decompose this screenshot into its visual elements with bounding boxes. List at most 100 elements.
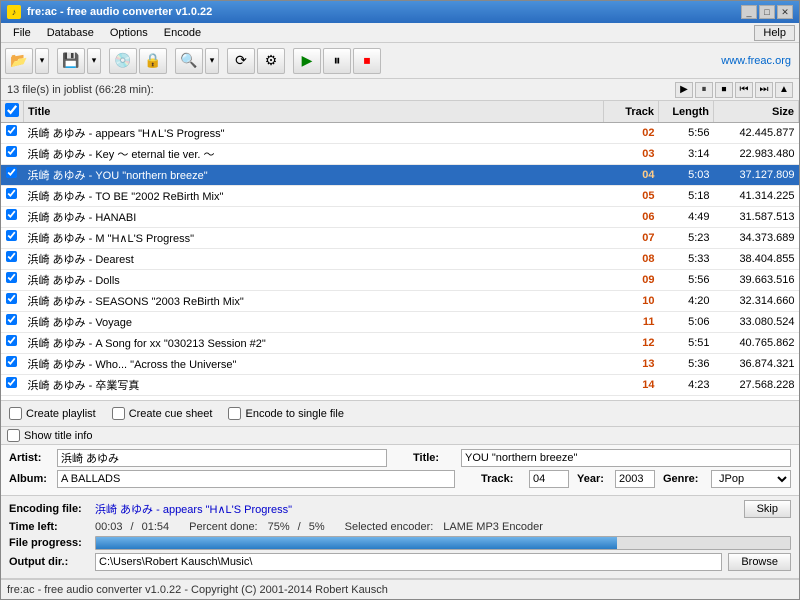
track-field[interactable] [529, 470, 569, 488]
row-checkbox[interactable] [6, 356, 17, 367]
table-row[interactable]: 浜崎 あゆみ - YOU "northern breeze" 04 5:03 3… [1, 165, 799, 186]
window-title: fre:ac - free audio converter v1.0.22 [27, 6, 212, 18]
row-length: 5:56 [659, 270, 714, 291]
open-button[interactable]: 📂 [5, 48, 33, 74]
lock-button[interactable]: 🔒 [139, 48, 167, 74]
row-checkbox[interactable] [6, 230, 17, 241]
album-field[interactable] [57, 470, 455, 488]
pb-next[interactable]: ⏭ [755, 82, 773, 98]
table-row[interactable]: 浜崎 あゆみ - A Song for xx "030213 Session #… [1, 333, 799, 354]
row-track: 05 [604, 186, 659, 207]
percent-done-label: Percent done: [189, 521, 258, 533]
info-row-2: Album: Track: Year: Genre: JPop [9, 470, 791, 488]
pb-play[interactable]: ▶ [675, 82, 693, 98]
percent-value2: 5% [309, 521, 325, 533]
row-checkbox-cell [1, 228, 21, 243]
artist-label: Artist: [9, 452, 49, 464]
settings-button[interactable]: ⚙ [257, 48, 285, 74]
row-size: 37.127.809 [714, 165, 799, 186]
create-cue-sheet-checkbox[interactable] [112, 407, 125, 420]
table-row[interactable]: 浜崎 あゆみ - Voyage 11 5:06 33.080.524 [1, 312, 799, 333]
genre-select[interactable]: JPop [711, 470, 791, 488]
row-checkbox[interactable] [6, 209, 17, 220]
row-checkbox[interactable] [6, 314, 17, 325]
menu-database[interactable]: Database [39, 25, 102, 41]
row-checkbox-cell [1, 249, 21, 264]
open-dropdown[interactable]: ▾ [35, 48, 49, 74]
album-label: Album: [9, 473, 49, 485]
row-checkbox-cell [1, 291, 21, 306]
year-label: Year: [577, 473, 607, 485]
header-title: Title [24, 101, 604, 123]
row-checkbox[interactable] [6, 293, 17, 304]
row-checkbox-cell [1, 375, 21, 390]
artist-field[interactable] [57, 449, 387, 467]
play-button[interactable]: ▶ [293, 48, 321, 74]
save-dropdown[interactable]: ▾ [87, 48, 101, 74]
close-button[interactable]: ✕ [777, 5, 793, 19]
output-dir-field[interactable] [95, 553, 722, 571]
row-size: 27.568.228 [714, 375, 799, 396]
table-row[interactable]: 浜崎 あゆみ - Who... "Across the Universe" 13… [1, 354, 799, 375]
row-checkbox[interactable] [6, 146, 17, 157]
table-row[interactable]: 浜崎 あゆみ - 卒業写真 14 4:23 27.568.228 [1, 375, 799, 396]
freac-website-link[interactable]: www.freac.org [721, 55, 791, 67]
row-title: 浜崎 あゆみ - SEASONS "2003 ReBirth Mix" [24, 291, 604, 312]
row-checkbox[interactable] [6, 272, 17, 283]
row-checkbox[interactable] [6, 167, 17, 178]
menu-encode[interactable]: Encode [156, 25, 209, 41]
table-row[interactable]: 浜崎 あゆみ - HANABI 06 4:49 31.587.513 [1, 207, 799, 228]
browse-button[interactable]: Browse [728, 553, 791, 571]
header-checkbox-col [1, 101, 24, 123]
pause-button[interactable]: ⏸ [323, 48, 351, 74]
minimize-button[interactable]: _ [741, 5, 757, 19]
search-button[interactable]: 🔍 [175, 48, 203, 74]
refresh-button[interactable]: ⟳ [227, 48, 255, 74]
total-time: 01:54 [142, 521, 170, 533]
table-row[interactable]: 浜崎 あゆみ - SEASONS "2003 ReBirth Mix" 10 4… [1, 291, 799, 312]
table-row[interactable]: 浜崎 あゆみ - Dolls 09 5:56 39.663.516 [1, 270, 799, 291]
maximize-button[interactable]: □ [759, 5, 775, 19]
table-row[interactable]: 浜崎 あゆみ - appears "H∧L'S Progress" 02 5:5… [1, 123, 799, 144]
menu-file[interactable]: File [5, 25, 39, 41]
create-playlist-checkbox[interactable] [9, 407, 22, 420]
row-length: 5:56 [659, 123, 714, 144]
row-size: 38.404.855 [714, 249, 799, 270]
table-row[interactable]: 浜崎 あゆみ - TO BE "2002 ReBirth Mix" 05 5:1… [1, 186, 799, 207]
info-row-1: Artist: Title: [9, 449, 791, 467]
row-checkbox[interactable] [6, 335, 17, 346]
skip-button[interactable]: Skip [744, 500, 791, 518]
pb-prev[interactable]: ⏮ [735, 82, 753, 98]
pb-stop[interactable]: ⏹ [715, 82, 733, 98]
table-row[interactable]: 浜崎 あゆみ - M "H∧L'S Progress" 07 5:23 34.3… [1, 228, 799, 249]
cdrom-button[interactable]: 💿 [109, 48, 137, 74]
title-field[interactable] [461, 449, 791, 467]
row-checkbox[interactable] [6, 251, 17, 262]
header-size: Size [714, 101, 799, 123]
stop-button[interactable]: ⏹ [353, 48, 381, 74]
table-row[interactable]: 浜崎 あゆみ - Dearest 08 5:33 38.404.855 [1, 249, 799, 270]
toolbar: 📂 ▾ 💾 ▾ 💿 🔒 🔍 ▾ ⟳ ⚙ ▶ ⏸ ⏹ www.freac.org [1, 43, 799, 79]
info-panel: Artist: Title: Album: Track: Year: Genre… [1, 445, 799, 496]
show-title-checkbox[interactable] [7, 429, 20, 442]
pb-eject[interactable]: ▲ [775, 82, 793, 98]
encoding-section: Encoding file: 浜崎 あゆみ - appears "H∧L'S P… [1, 496, 799, 579]
encode-single-checkbox[interactable] [228, 407, 241, 420]
menu-options[interactable]: Options [102, 25, 156, 41]
pb-pause[interactable]: ⏸ [695, 82, 713, 98]
row-track: 07 [604, 228, 659, 249]
table-row[interactable]: 浜崎 あゆみ - Key ～ eternal tie ver. ～ 03 3:1… [1, 144, 799, 165]
row-checkbox[interactable] [6, 125, 17, 136]
search-dropdown[interactable]: ▾ [205, 48, 219, 74]
create-playlist-label: Create playlist [26, 408, 96, 420]
year-field[interactable] [615, 470, 655, 488]
header-checkbox[interactable] [5, 103, 19, 117]
row-size: 41.314.225 [714, 186, 799, 207]
save-button[interactable]: 💾 [57, 48, 85, 74]
row-checkbox[interactable] [6, 377, 17, 388]
main-window: ♪ fre:ac - free audio converter v1.0.22 … [0, 0, 800, 600]
genre-label: Genre: [663, 473, 703, 485]
row-checkbox[interactable] [6, 188, 17, 199]
status-footer: fre:ac - free audio converter v1.0.22 - … [1, 579, 799, 599]
help-button[interactable]: Help [754, 25, 795, 41]
